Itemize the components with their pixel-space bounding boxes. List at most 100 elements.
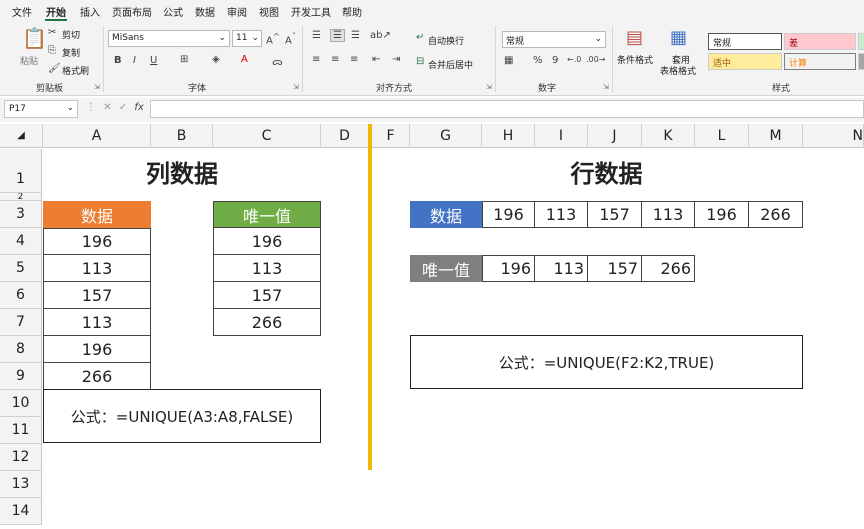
right-data-cell[interactable]: 113 xyxy=(535,201,588,228)
style-good[interactable] xyxy=(858,33,864,50)
formula-input[interactable] xyxy=(150,100,864,118)
indent-decrease-icon[interactable]: ⇤ xyxy=(372,54,380,65)
menu-data[interactable]: 数据 xyxy=(195,4,215,19)
merge-center-button[interactable]: 合并后居中 xyxy=(428,58,473,71)
percent-icon[interactable]: % xyxy=(533,55,543,66)
row-header-7[interactable]: 7 xyxy=(0,309,42,336)
font-launcher-icon[interactable]: ⇲ xyxy=(293,83,299,91)
alignment-launcher-icon[interactable]: ⇲ xyxy=(486,83,492,91)
row-header-4[interactable]: 4 xyxy=(0,228,42,255)
cut-button[interactable]: 剪切 xyxy=(62,28,80,41)
row-header-11[interactable]: 11 xyxy=(0,417,42,444)
fill-color-icon[interactable]: ◈ xyxy=(212,54,220,65)
left-data-cell[interactable]: 196 xyxy=(43,336,151,363)
align-right-icon[interactable]: ≡ xyxy=(350,54,358,65)
comma-icon[interactable]: 9 xyxy=(552,55,558,66)
underline-icon[interactable]: U xyxy=(150,55,157,66)
paste-icon[interactable]: 📋 xyxy=(22,26,47,50)
font-name-select[interactable]: MiSans ⌄ xyxy=(108,30,230,47)
decrease-font-icon[interactable]: Aˇ xyxy=(285,31,296,46)
number-launcher-icon[interactable]: ⇲ xyxy=(603,83,609,91)
right-data-cell[interactable]: 113 xyxy=(642,201,695,228)
name-box[interactable]: P17 ⌄ xyxy=(4,100,78,118)
column-header-m[interactable]: M xyxy=(749,124,803,148)
menu-page-layout[interactable]: 页面布局 xyxy=(112,4,152,19)
number-format-select[interactable]: 常规 ⌄ xyxy=(502,31,606,48)
right-unique-cell[interactable]: 196 xyxy=(482,255,535,282)
style-neutral[interactable]: 适中 xyxy=(708,53,782,70)
row-header-1[interactable]: 1 xyxy=(0,149,42,193)
menu-developer[interactable]: 开发工具 xyxy=(291,4,331,19)
column-header-l[interactable]: L xyxy=(695,124,749,148)
menu-file[interactable]: 文件 xyxy=(12,4,32,19)
column-header-a[interactable]: A xyxy=(43,124,151,148)
right-data-cell[interactable]: 196 xyxy=(482,201,535,228)
right-unique-cell[interactable]: 113 xyxy=(535,255,588,282)
column-header-c[interactable]: C xyxy=(213,124,321,148)
right-unique-cell[interactable]: 266 xyxy=(642,255,695,282)
select-all-corner[interactable]: ◢ xyxy=(0,124,43,148)
align-left-icon[interactable]: ≡ xyxy=(312,54,320,65)
indent-increase-icon[interactable]: ⇥ xyxy=(392,54,400,65)
column-header-f[interactable]: F xyxy=(372,124,410,148)
row-header-14[interactable]: 14 xyxy=(0,498,42,525)
conditional-format-button[interactable]: 条件格式 xyxy=(617,53,653,66)
wrap-text-button[interactable]: 自动换行 xyxy=(428,34,464,47)
column-header-d[interactable]: D xyxy=(321,124,369,148)
left-unique-cell[interactable]: 157 xyxy=(213,282,321,309)
right-data-cell[interactable]: 157 xyxy=(588,201,642,228)
column-header-k[interactable]: K xyxy=(642,124,695,148)
cancel-icon[interactable]: ✕ xyxy=(103,102,111,113)
bold-icon[interactable]: B xyxy=(114,55,122,66)
fx-icon[interactable]: fx xyxy=(134,102,143,113)
row-header-8[interactable]: 8 xyxy=(0,336,42,363)
menu-view[interactable]: 视图 xyxy=(259,4,279,19)
right-data-header[interactable]: 数据 xyxy=(410,201,482,228)
menu-home[interactable]: 开始 xyxy=(46,4,66,19)
left-unique-header[interactable]: 唯一值 xyxy=(213,201,321,228)
left-data-cell[interactable]: 157 xyxy=(43,282,151,309)
menu-formulas[interactable]: 公式 xyxy=(163,4,183,19)
italic-icon[interactable]: I xyxy=(133,55,136,66)
left-unique-cell[interactable]: 266 xyxy=(213,309,321,336)
clipboard-launcher-icon[interactable]: ⇲ xyxy=(94,83,100,91)
right-unique-cell[interactable]: 157 xyxy=(588,255,642,282)
right-data-cell[interactable]: 266 xyxy=(749,201,803,228)
style-calc[interactable]: 计算 xyxy=(784,53,856,70)
copy-button[interactable]: 复制 xyxy=(62,46,80,59)
menu-help[interactable]: 帮助 xyxy=(342,4,362,19)
column-header-i[interactable]: I xyxy=(535,124,588,148)
row-header-3[interactable]: 3 xyxy=(0,201,42,228)
left-formula-box[interactable]: 公式：=UNIQUE(A3:A8,FALSE) xyxy=(43,389,321,443)
row-header-9[interactable]: 9 xyxy=(0,363,42,390)
align-center-icon[interactable]: ≡ xyxy=(331,54,339,65)
column-header-h[interactable]: H xyxy=(482,124,535,148)
row-header-5[interactable]: 5 xyxy=(0,255,42,282)
border-icon[interactable]: ⊞ xyxy=(180,54,188,65)
row-header-12[interactable]: 12 xyxy=(0,444,42,471)
row-header-13[interactable]: 13 xyxy=(0,471,42,498)
accounting-icon[interactable]: ▦ xyxy=(504,55,513,66)
font-size-select[interactable]: 11 ⌄ xyxy=(232,30,262,47)
right-data-cell[interactable]: 196 xyxy=(695,201,749,228)
font-color-icon[interactable]: A xyxy=(241,54,248,65)
format-painter-button[interactable]: 格式刷 xyxy=(62,64,89,77)
row-header-2[interactable]: 2 xyxy=(0,193,42,201)
left-data-cell[interactable]: 113 xyxy=(43,309,151,336)
orientation-icon[interactable]: ab↗ xyxy=(370,30,391,41)
style-check[interactable] xyxy=(858,53,864,70)
left-data-cell[interactable]: 196 xyxy=(43,228,151,255)
left-unique-cell[interactable]: 196 xyxy=(213,228,321,255)
style-normal[interactable]: 常规 xyxy=(708,33,782,50)
left-data-header[interactable]: 数据 xyxy=(43,201,151,228)
row-header-6[interactable]: 6 xyxy=(0,282,42,309)
left-data-cell[interactable]: 266 xyxy=(43,363,151,390)
align-middle-icon[interactable]: ☰ xyxy=(330,29,345,42)
increase-font-icon[interactable]: A^ xyxy=(266,31,280,46)
column-header-b[interactable]: B xyxy=(151,124,213,148)
menu-review[interactable]: 审阅 xyxy=(227,4,247,19)
right-unique-header[interactable]: 唯一值 xyxy=(410,255,482,282)
row-header-10[interactable]: 10 xyxy=(0,390,42,417)
confirm-icon[interactable]: ✓ xyxy=(119,102,127,113)
column-header-j[interactable]: J xyxy=(588,124,642,148)
